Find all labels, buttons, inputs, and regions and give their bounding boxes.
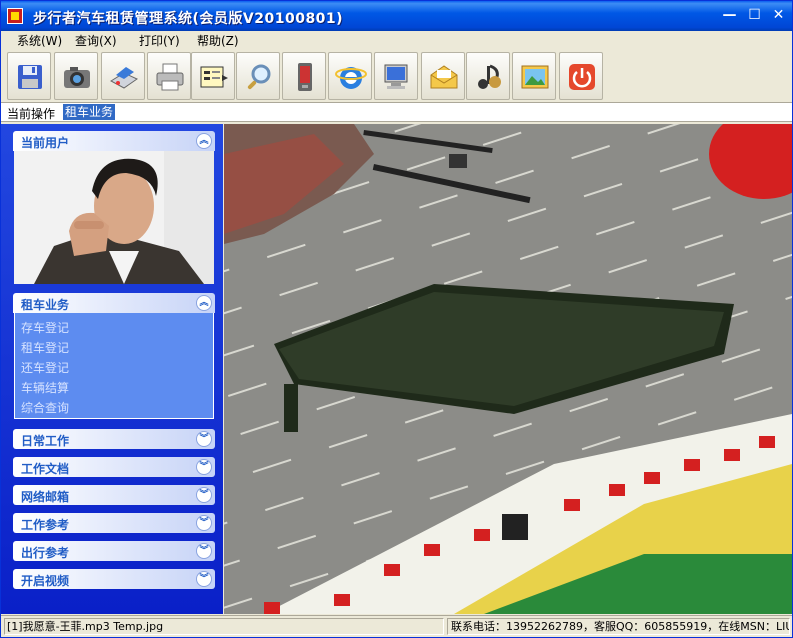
collapse-icon[interactable]: ︽ xyxy=(196,295,212,311)
panel-web-mail[interactable]: 网络邮箱 ︾ xyxy=(13,485,215,505)
music-button[interactable] xyxy=(466,52,510,100)
panel-title: 工作文档 xyxy=(21,462,70,476)
panel-title: 当前用户 xyxy=(21,136,70,150)
expand-icon[interactable]: ︾ xyxy=(196,431,212,447)
minimize-button[interactable]: — xyxy=(719,6,740,27)
panel-title: 日常工作 xyxy=(21,434,70,448)
menu-query[interactable]: 查询(X) xyxy=(75,32,117,49)
status-contact: 联系电话：13952262789，客服QQ：605855919，在线MSN：LI… xyxy=(447,618,790,635)
link-general-query[interactable]: 综合查询 xyxy=(21,399,69,416)
mail-icon xyxy=(430,65,458,89)
scanner-button[interactable] xyxy=(101,52,145,100)
expand-icon[interactable]: ︾ xyxy=(196,487,212,503)
panel-rental-header[interactable]: 租车业务 ︽ xyxy=(13,293,215,313)
link-settlement[interactable]: 车辆结算 xyxy=(21,379,69,396)
mail-button[interactable] xyxy=(421,52,465,100)
internet-explorer-icon xyxy=(335,67,367,89)
search-button[interactable] xyxy=(236,52,280,100)
toolbar xyxy=(1,50,792,102)
exit-button[interactable] xyxy=(559,52,603,100)
save-icon xyxy=(18,65,42,89)
avatar xyxy=(14,151,214,284)
panel-title: 开启视频 xyxy=(21,574,70,588)
magnifier-icon xyxy=(247,64,271,90)
menu-system[interactable]: 系统(W) xyxy=(17,32,62,49)
printer-icon xyxy=(156,63,184,91)
menu-help[interactable]: 帮助(Z) xyxy=(197,32,239,49)
menu-bar: 系统(W) 查询(X) 打印(Y) 帮助(Z) xyxy=(1,31,792,49)
printer-button[interactable] xyxy=(147,52,191,100)
internet-button[interactable] xyxy=(328,52,372,100)
expand-icon[interactable]: ︾ xyxy=(196,571,212,587)
link-return-register[interactable]: 还车登记 xyxy=(21,359,69,376)
expand-icon[interactable]: ︾ xyxy=(196,459,212,475)
panel-title: 出行参考 xyxy=(21,546,70,560)
panel-current-user-header[interactable]: 当前用户 ︽ xyxy=(13,131,215,151)
camera-button[interactable] xyxy=(54,52,98,100)
panel-work-documents[interactable]: 工作文档 ︾ xyxy=(13,457,215,477)
panel-work-reference[interactable]: 工作参考 ︾ xyxy=(13,513,215,533)
computer-icon xyxy=(384,64,408,89)
main-photo xyxy=(224,124,792,614)
link-car-storage[interactable]: 存车登记 xyxy=(21,319,69,336)
computer-button[interactable] xyxy=(374,52,418,100)
expand-icon[interactable]: ︾ xyxy=(196,543,212,559)
picture-button[interactable] xyxy=(512,52,556,100)
panel-title: 工作参考 xyxy=(21,518,70,532)
current-operation-value[interactable]: 租车业务 xyxy=(63,104,116,120)
phone-icon xyxy=(298,63,312,91)
camera-icon xyxy=(64,67,90,88)
collapse-icon[interactable]: ︽ xyxy=(196,133,212,149)
link-rental-register[interactable]: 租车登记 xyxy=(21,339,69,356)
phone-button[interactable] xyxy=(282,52,326,100)
current-operation-bar: 当前操作 租车业务 xyxy=(1,102,792,122)
power-icon xyxy=(569,64,595,90)
menu-print[interactable]: 打印(Y) xyxy=(139,32,180,49)
panel-title: 网络邮箱 xyxy=(21,490,70,504)
status-now-playing: [1]我愿意-王菲.mp3 Temp.jpg xyxy=(4,618,444,635)
music-icon xyxy=(478,64,501,89)
scanner-icon xyxy=(109,67,139,89)
data-entry-icon xyxy=(200,66,228,88)
maximize-button[interactable]: ☐ xyxy=(744,6,765,27)
current-operation-label: 当前操作 xyxy=(7,107,56,121)
panel-rental-body: 存车登记 租车登记 还车登记 车辆结算 综合查询 xyxy=(14,313,214,419)
panel-open-video[interactable]: 开启视频 ︾ xyxy=(13,569,215,589)
window-title: 步行者汽车租赁管理系统(会员版V20100801) xyxy=(33,11,344,27)
title-bar[interactable]: 步行者汽车租赁管理系统(会员版V20100801) — ☐ ✕ xyxy=(1,1,792,31)
expand-icon[interactable]: ︾ xyxy=(196,515,212,531)
status-bar: [1]我愿意-王菲.mp3 Temp.jpg 联系电话：13952262789，… xyxy=(1,615,792,637)
data-entry-button[interactable] xyxy=(191,52,235,100)
panel-daily-work[interactable]: 日常工作 ︾ xyxy=(13,429,215,449)
save-button[interactable] xyxy=(7,52,51,100)
app-window: 步行者汽车租赁管理系统(会员版V20100801) — ☐ ✕ 系统(W) 查询… xyxy=(0,0,793,638)
close-button[interactable]: ✕ xyxy=(768,6,789,27)
picture-icon xyxy=(521,65,549,89)
panel-travel-reference[interactable]: 出行参考 ︾ xyxy=(13,541,215,561)
panel-title: 租车业务 xyxy=(21,298,70,312)
app-icon xyxy=(7,8,23,24)
